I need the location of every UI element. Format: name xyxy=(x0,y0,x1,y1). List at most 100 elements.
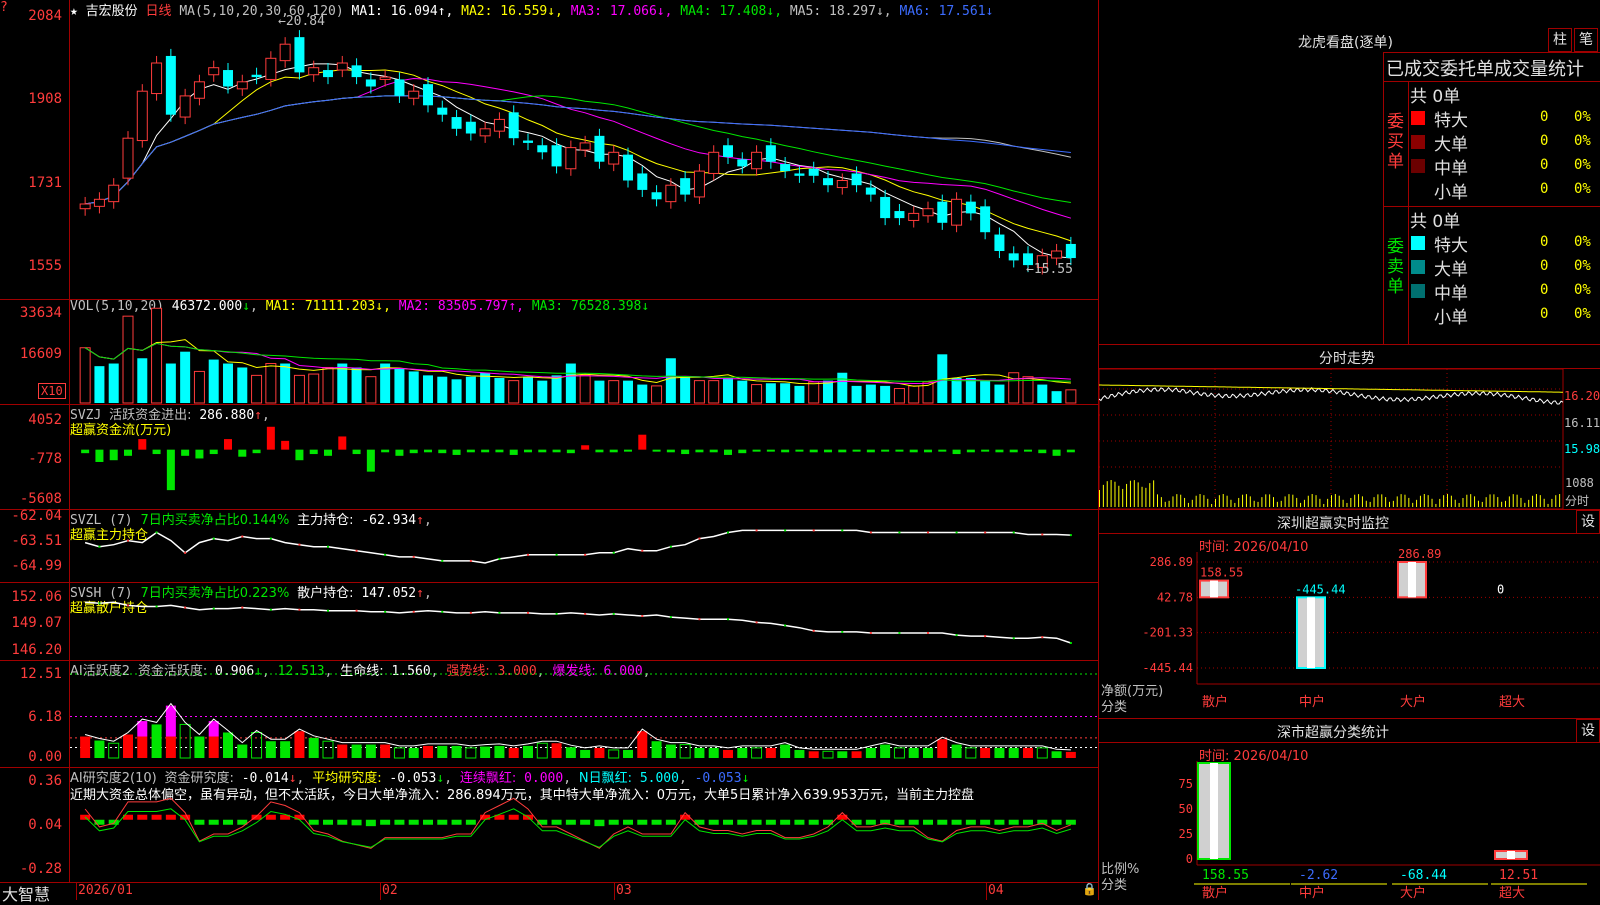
activity-bar xyxy=(308,737,319,758)
volume-panel[interactable]: VOL(5,10,20) 46372.000↓, MA1: 71111.203↓… xyxy=(0,299,1098,405)
svzl-panel[interactable]: SVZL (7) 7日内买卖净占比0.144% 主力持仓: -62.934↑, … xyxy=(0,508,1098,583)
order-row-label: 中单 xyxy=(1434,284,1468,304)
holding-dot xyxy=(841,529,844,532)
right-sidebar: 龙虎看盘(逐单) 柱 笔 已成交委托单成交量统计 委买单 共 0单 特大 0 0% 大… xyxy=(1099,0,1600,900)
research-bar xyxy=(194,819,205,825)
intraday-vol-bar xyxy=(1265,494,1267,507)
research-bar xyxy=(708,819,719,825)
classify-xlabel: 分类 xyxy=(1101,878,1128,893)
activity-bar xyxy=(237,744,248,758)
activity-bar xyxy=(137,721,148,737)
intraday-vol-bar xyxy=(1215,498,1216,507)
research-bar xyxy=(623,819,633,825)
holding-dot xyxy=(269,537,272,540)
volume-bar xyxy=(451,379,462,403)
activity-bar xyxy=(1065,751,1076,758)
candle-body xyxy=(493,118,505,132)
monitor-bar-highlight xyxy=(1307,597,1315,668)
ai-research-panel[interactable]: AI研究度2(10) 资金研究度: -0.014↓, 平均研究度: -0.053… xyxy=(0,767,1098,883)
classify-bar-highlight xyxy=(1507,851,1515,859)
intraday-vol-bar xyxy=(1470,494,1472,507)
svzl-chart[interactable] xyxy=(70,509,1098,582)
holding-dot xyxy=(584,612,587,615)
flow-bar xyxy=(666,449,675,453)
intraday-chart[interactable] xyxy=(1099,369,1600,509)
activity-bar xyxy=(322,740,334,759)
monitor-settings-button[interactable]: 设 xyxy=(1576,510,1600,534)
activity-bar xyxy=(94,740,105,758)
svzj-panel[interactable]: SVZJ 活跃资金进出: 286.880↑, 超赢资金流(万元) 4052 -7… xyxy=(0,404,1098,510)
order-row-percent: 0% xyxy=(1574,234,1591,250)
order-row-percent: 0% xyxy=(1574,181,1591,197)
activity-bar xyxy=(165,705,176,737)
intraday-vol-bar xyxy=(1447,494,1448,507)
svzj-chart[interactable] xyxy=(70,404,1098,509)
intraday-vol-bar xyxy=(1408,497,1410,507)
intraday-vol-bar xyxy=(1284,496,1286,507)
intraday-vol-bar xyxy=(1218,495,1220,507)
flow-bar xyxy=(695,449,704,453)
tick-mode-button[interactable]: 笔 xyxy=(1574,28,1598,52)
order-row-value: 0 xyxy=(1540,157,1549,173)
order-row-percent: 0% xyxy=(1574,258,1591,274)
intraday-vol-bar xyxy=(1176,494,1178,507)
flow-bar xyxy=(224,439,232,450)
monitor-chart[interactable]: 286.89 42.78 -201.33 -445.44 158.55 散户 -445.44… xyxy=(1099,534,1600,718)
ai-research-chart[interactable] xyxy=(70,767,1098,882)
activity-bar xyxy=(223,732,233,758)
volume-chart[interactable] xyxy=(70,299,1098,404)
main-chart-area[interactable]: ? ★ 吉宏股份 日线 MA(5,10,20,30,60,120) MA1: 1… xyxy=(0,0,1098,904)
activity-bar xyxy=(980,747,991,758)
holding-dot xyxy=(498,557,501,560)
volume-bar xyxy=(880,385,891,403)
volume-bar xyxy=(780,383,791,403)
volume-bar xyxy=(594,380,605,403)
research-bar xyxy=(337,819,348,825)
candle-body xyxy=(308,67,320,76)
holding-dot xyxy=(869,531,872,534)
holding-dot xyxy=(441,610,444,613)
kline-panel[interactable]: ? ★ 吉宏股份 日线 MA(5,10,20,30,60,120) MA1: 1… xyxy=(0,0,1098,300)
intraday-vol-bar xyxy=(1253,500,1255,507)
research-bar xyxy=(865,819,876,825)
volume-bar xyxy=(193,370,205,404)
holding-dot xyxy=(384,553,387,556)
research-bar xyxy=(923,819,933,825)
bar-mode-button[interactable]: 柱 xyxy=(1548,28,1572,52)
activity-bar xyxy=(480,746,491,758)
svsh-chart[interactable] xyxy=(70,582,1098,660)
holding-dot xyxy=(1012,531,1015,534)
flow-bar xyxy=(724,449,732,455)
activity-bar xyxy=(865,747,876,758)
order-row-percent: 0% xyxy=(1574,133,1591,149)
candlestick-chart[interactable] xyxy=(70,0,1098,299)
order-stats-title: 已成交委托单成交量统计 xyxy=(1386,59,1584,80)
classify-settings-button[interactable]: 设 xyxy=(1576,719,1600,743)
holding-dot xyxy=(612,551,615,554)
flow-bar xyxy=(609,449,618,453)
research-bar xyxy=(1051,819,1062,825)
candle-body xyxy=(665,184,677,203)
ai-activity-chart[interactable] xyxy=(70,660,1098,767)
ai-activity-panel[interactable]: AI活跃度2 资金活跃度: 0.906↓, 12.513, 生命线: 1.560… xyxy=(0,660,1098,768)
classify-value-label: -68.44 xyxy=(1400,868,1447,883)
candle-body xyxy=(1065,243,1076,259)
activity-bar xyxy=(837,751,848,758)
classify-category-label: 超大 xyxy=(1499,886,1525,900)
intraday-vol-bar xyxy=(1110,480,1112,507)
research-bar xyxy=(223,819,233,825)
svsh-panel[interactable]: SVSH (7) 7日内买卖净占比0.223% 散户持仓: 147.052↑, … xyxy=(0,582,1098,661)
classify-chart[interactable]: 75 50 25 0 158.55 散户 -2.62 中户 -68.44 大户 12.51 超大 xyxy=(1099,743,1600,900)
volume-bar xyxy=(508,380,520,404)
holding-dot xyxy=(755,621,758,624)
activity-bar xyxy=(637,731,648,758)
holding-dot xyxy=(498,611,501,614)
lock-icon[interactable]: 🔒 xyxy=(1082,882,1097,896)
flow-bar xyxy=(481,449,490,453)
intraday-vol-bar xyxy=(1481,501,1483,507)
holding-dot xyxy=(241,606,244,609)
order-color-swatch xyxy=(1411,111,1425,125)
intraday-title: 分时走势 xyxy=(1319,351,1375,367)
candle-body xyxy=(537,145,548,153)
holding-dot xyxy=(984,635,987,638)
